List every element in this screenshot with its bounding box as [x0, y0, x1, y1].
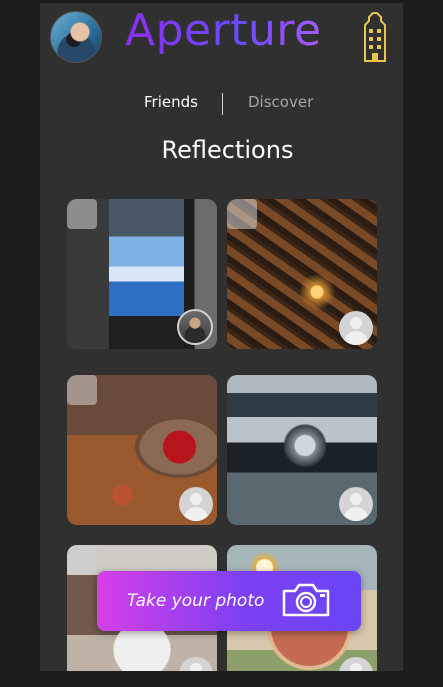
camera-icon — [282, 583, 330, 617]
photo-card[interactable] — [67, 375, 217, 525]
take-photo-label: Take your photo — [127, 591, 265, 611]
default-avatar-icon[interactable] — [339, 657, 373, 671]
select-checkbox[interactable] — [227, 199, 257, 229]
tab-friends[interactable]: Friends — [144, 93, 198, 111]
tab-divider — [222, 93, 223, 115]
select-checkbox[interactable] — [67, 545, 97, 575]
take-photo-button[interactable]: Take your photo — [97, 571, 361, 631]
select-checkbox[interactable] — [67, 375, 97, 405]
photo-card[interactable] — [227, 375, 377, 525]
tab-discover[interactable]: Discover — [248, 93, 313, 111]
default-avatar-icon[interactable] — [179, 657, 213, 671]
section-title: Reflections — [161, 136, 294, 164]
default-avatar-icon[interactable] — [339, 487, 373, 521]
building-icon[interactable] — [360, 11, 390, 63]
profile-avatar[interactable] — [50, 11, 102, 63]
app-title: Aperture — [125, 5, 335, 56]
user-photo-badge[interactable] — [177, 309, 213, 345]
select-checkbox[interactable] — [67, 199, 97, 229]
app-screen: Aperture Friends Discover Reflections Ta… — [40, 3, 403, 671]
photo-card[interactable] — [227, 199, 377, 349]
photo-card[interactable] — [67, 199, 217, 349]
default-avatar-icon[interactable] — [179, 487, 213, 521]
default-avatar-icon[interactable] — [339, 311, 373, 345]
tab-bar: Friends Discover — [40, 93, 403, 117]
